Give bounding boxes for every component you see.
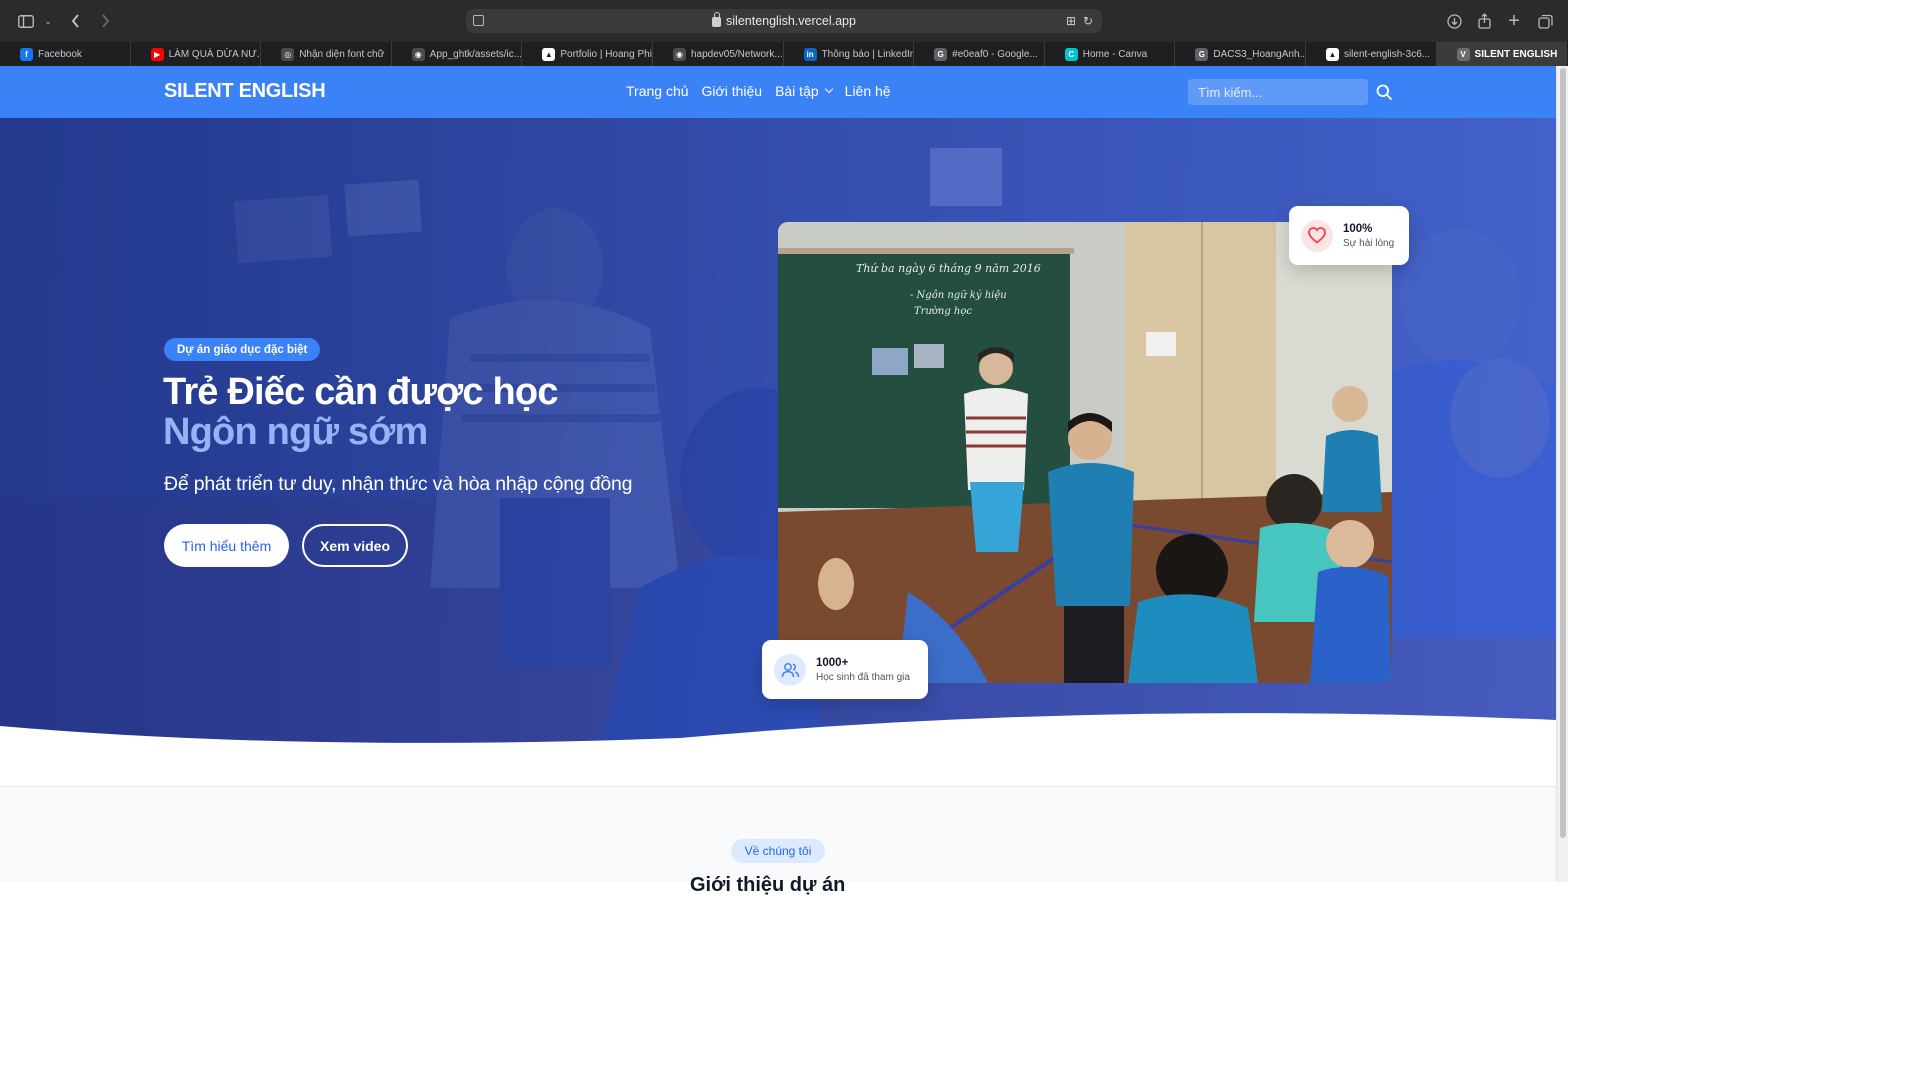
page-scrollbar[interactable] [1556, 66, 1568, 882]
project-badge: Dự án giáo dục đặc biệt [164, 338, 321, 361]
tab-favicon-icon: ▲ [1325, 47, 1339, 61]
lock-icon [712, 12, 722, 27]
tab-label: Facebook [38, 48, 82, 60]
tab-label: silent-english-3c6... [1343, 48, 1431, 60]
tab-label: SILENT ENGLISH [1474, 48, 1558, 60]
address-bar[interactable]: silentenglish.vercel.app ⊞ ↻ [466, 9, 1102, 33]
students-stat-card: 1000+ Học sinh đã tham gia [762, 640, 928, 699]
tab-favicon-icon: V [1456, 47, 1470, 61]
tab-label: DACS3_HoangAnh... [1213, 48, 1306, 60]
heart-icon [1301, 219, 1333, 252]
about-title: Giới thiệu dự án [690, 874, 846, 896]
students-stat-text: 1000+ Học sinh đã tham gia [816, 657, 910, 683]
sidebar-toggle-icon[interactable] [16, 10, 36, 32]
students-value: 1000+ [816, 656, 849, 669]
browser-tab[interactable]: ◉ hapdev05/Network... [653, 42, 784, 66]
students-label: Học sinh đã tham gia [816, 671, 910, 683]
tab-bar: f Facebook ▶ LÀM QUÀ DỪA NƯ... ◎ Nhận diện fo… [0, 42, 1568, 66]
hero-wave-divider [0, 713, 1556, 760]
tab-label: Thông báo | LinkedIn [821, 48, 915, 60]
scrollbar-thumb[interactable] [1560, 68, 1566, 838]
hero-title-highlight: Ngôn ngữ sớm [163, 411, 428, 453]
svg-text:Trường học: Trường học [914, 306, 972, 317]
nav-link-home[interactable]: Trang chủ [626, 83, 689, 99]
tab-label: Portfolio | Hoang Phi [560, 48, 652, 60]
hero-section: Dự án giáo dục đặc biệt Trẻ Điếc cần đượ… [0, 118, 1556, 748]
page-settings-icon[interactable] [473, 15, 484, 26]
browser-tab[interactable]: ◎ Nhận diện font chữ [261, 42, 392, 66]
tab-label: App_ghtk/assets/ic... [429, 48, 523, 60]
nav-link-exercises-label: Bài tập [775, 83, 819, 99]
tab-favicon-icon: in [803, 47, 817, 61]
site-logo[interactable]: SILENT ENGLISH [164, 80, 326, 103]
browser-tab[interactable]: G #e0eaf0 - Google... [914, 42, 1045, 66]
browser-tab[interactable]: C Home - Canva [1045, 42, 1176, 66]
browser-tab[interactable]: in Thông báo | LinkedIn [784, 42, 915, 66]
browser-tab[interactable]: V SILENT ENGLISH [1436, 42, 1568, 66]
search-icon[interactable] [1376, 84, 1392, 100]
tab-overview-icon[interactable] [1535, 10, 1555, 32]
back-arrow-icon[interactable] [66, 10, 84, 32]
satisfaction-value: 100% [1343, 222, 1373, 235]
browser-toolbar: ⌄ silentenglish.vercel.app ⊞ ↻ + [0, 0, 1568, 42]
about-pill: Về chúng tôi [731, 839, 825, 863]
chevron-down-icon[interactable]: ⌄ [42, 10, 54, 32]
browser-tab[interactable]: ◉ App_ghtk/assets/ic... [392, 42, 523, 66]
tab-favicon-icon: ◎ [281, 47, 295, 61]
nav-link-about[interactable]: Giới thiệu [702, 83, 763, 99]
tab-label: hapdev05/Network... [690, 48, 783, 60]
download-icon[interactable] [1444, 10, 1464, 32]
chevron-down-icon [824, 84, 833, 94]
browser-tab[interactable]: ▲ Portfolio | Hoang Phi [522, 42, 653, 66]
watch-video-button[interactable]: Xem video [302, 524, 408, 567]
forward-arrow-icon[interactable] [96, 10, 114, 32]
users-icon [774, 653, 806, 686]
tab-favicon-icon: f [20, 47, 33, 61]
learn-more-button[interactable]: Tìm hiểu thêm [164, 524, 289, 567]
svg-text:- Ngôn ngữ ký hiệu: - Ngôn ngữ ký hiệu [910, 290, 1007, 301]
share-icon[interactable] [1474, 10, 1494, 32]
nav-link-exercises[interactable]: Bài tập [775, 83, 833, 99]
tab-favicon-icon: ◉ [672, 47, 686, 61]
new-tab-icon[interactable]: + [1504, 10, 1524, 32]
satisfaction-label: Sự hài lòng [1343, 237, 1395, 249]
tab-favicon-icon: ▲ [542, 47, 556, 61]
classroom-photo: Thứ ba ngày 6 tháng 9 năm 2016 - Ngôn ng… [778, 222, 1392, 683]
translate-icon[interactable]: ⊞ [1066, 14, 1076, 28]
svg-text:Thứ ba ngày 6 tháng 9 năm 2: Thứ ba ngày 6 tháng 9 năm 2016 [856, 262, 1041, 275]
tab-label: Nhận diện font chữ [299, 48, 385, 60]
satisfaction-stat-text: 100% Sự hài lòng [1343, 223, 1394, 249]
site-header: SILENT ENGLISH Trang chủ Giới thiệu Bài … [0, 66, 1556, 118]
tab-favicon-icon: ▶ [150, 47, 164, 61]
browser-tab[interactable]: ▶ LÀM QUÀ DỪA NƯ... [131, 42, 262, 66]
browser-tab[interactable]: f Facebook [0, 42, 131, 66]
url-text: silentenglish.vercel.app [726, 14, 856, 28]
tab-favicon-icon: C [1064, 47, 1078, 61]
browser-tab[interactable]: G DACS3_HoangAnh... [1175, 42, 1306, 66]
browser-tab[interactable]: ▲ silent-english-3c6... [1306, 42, 1437, 66]
tab-favicon-icon: ◉ [411, 47, 425, 61]
tab-label: Home - Canva [1082, 48, 1148, 60]
nav-link-contact[interactable]: Liên hệ [845, 83, 891, 99]
tab-favicon-icon: G [934, 47, 948, 61]
tab-favicon-icon: G [1195, 47, 1209, 61]
tab-label: LÀM QUÀ DỪA NƯ... [168, 48, 262, 60]
satisfaction-stat-card: 100% Sự hài lòng [1289, 206, 1409, 265]
search-input[interactable] [1188, 79, 1368, 105]
reload-icon[interactable]: ↻ [1083, 14, 1093, 28]
about-section [0, 787, 1556, 882]
hero-subtitle: Để phát triển tư duy, nhận thức và hòa n… [164, 473, 633, 495]
tab-label: #e0eaf0 - Google... [952, 48, 1038, 60]
hero-title: Trẻ Điếc cần được học [163, 371, 558, 413]
main-nav: Trang chủ Giới thiệu Bài tập Liên hệ [626, 83, 891, 99]
